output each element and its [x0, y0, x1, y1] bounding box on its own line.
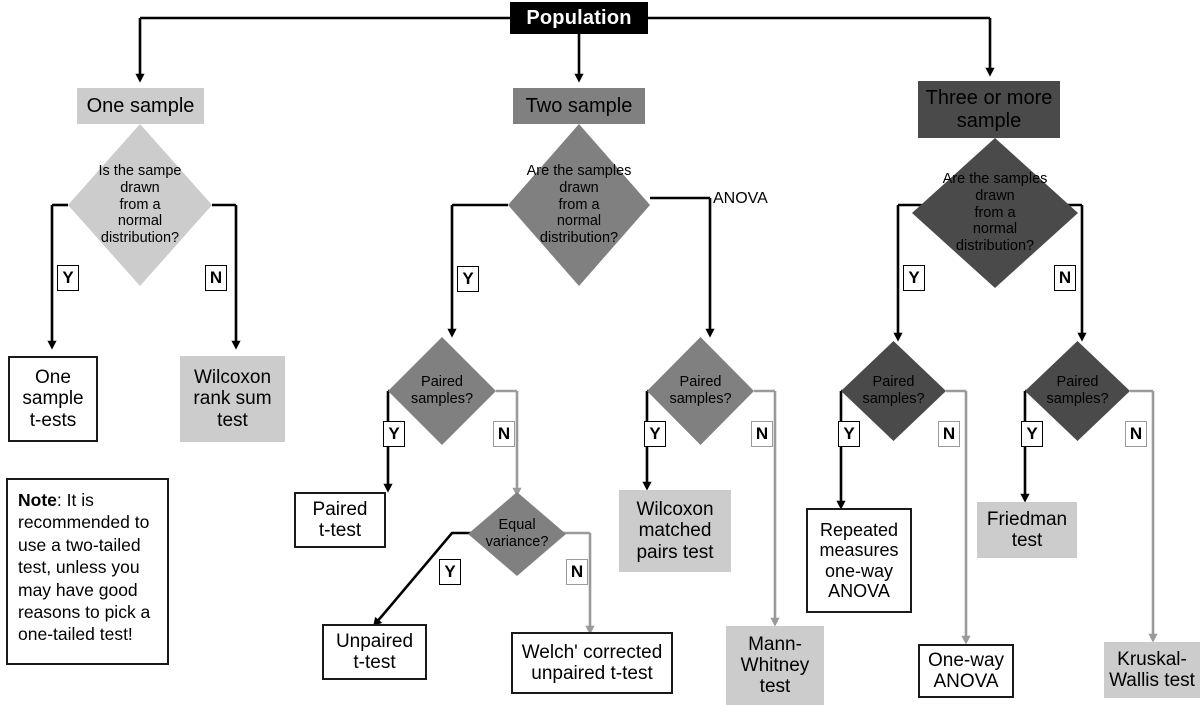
outcome-paired-t-test-label: Paired t-test	[312, 498, 368, 541]
node-population[interactable]: Population	[510, 2, 648, 34]
edge-label-two-sample-normal-paired-no: N	[493, 421, 515, 447]
outcome-one-sample-t-test-label: One sample t-ests	[22, 367, 84, 431]
chip-text: Y	[843, 424, 855, 443]
edge-label-one-sample-yes: Y	[57, 265, 79, 291]
decision-two-sample-normality[interactable]: Are the samples drawn from a normal dist…	[508, 124, 650, 286]
node-one-sample-label: One sample	[86, 94, 195, 117]
decision-two-sample-normal-paired-label: Paired samples?	[410, 374, 474, 407]
outcome-wilcoxon-matched-pairs-label: Wilcoxon matched pairs test	[636, 499, 714, 563]
chip-text: N	[570, 562, 584, 581]
chip-text: N	[942, 424, 956, 443]
annotation-anova: ANOVA	[713, 190, 768, 208]
chip-text: Y	[1026, 424, 1038, 443]
edge-label-two-sample-yes: Y	[457, 266, 479, 292]
node-three-or-more-sample[interactable]: Three or more sample	[918, 81, 1060, 138]
outcome-mann-whitney[interactable]: Mann- Whitney test	[726, 626, 824, 705]
chip-text: N	[755, 424, 769, 443]
edge-label-two-sample-nonnormal-paired-yes: Y	[644, 421, 666, 447]
outcome-wilcoxon-matched-pairs[interactable]: Wilcoxon matched pairs test	[619, 490, 731, 572]
outcome-wilcoxon-rank-sum[interactable]: Wilcoxon rank sum test	[180, 356, 285, 442]
outcome-paired-t-test[interactable]: Paired t-test	[294, 492, 386, 548]
outcome-repeated-measures-one-way-anova[interactable]: Repeated measures one-way ANOVA	[806, 508, 912, 613]
chip-text: N	[1058, 268, 1072, 287]
decision-equal-variance-label: Equal variance?	[485, 517, 549, 550]
chip-text: Y	[908, 268, 920, 287]
edge-label-equal-variance-no: N	[566, 559, 588, 585]
decision-two-sample-normality-label: Are the samples drawn from a normal dist…	[526, 162, 632, 247]
outcome-repeated-measures-one-way-anova-label: Repeated measures one-way ANOVA	[819, 520, 899, 601]
decision-one-sample-normality[interactable]: Is the sampe drawn from a normal distrib…	[68, 124, 212, 286]
chip-text: Y	[62, 268, 74, 287]
edge-label-two-sample-nonnormal-paired-no: N	[751, 421, 773, 447]
edge-label-three-or-more-normal-paired-yes: Y	[838, 421, 860, 447]
edge-label-three-or-more-normal-paired-no: N	[938, 421, 960, 447]
outcome-welch-corrected-unpaired-t-test-label: Welch' corrected unpaired t-test	[521, 641, 663, 684]
annotation-anova-text: ANOVA	[713, 190, 768, 207]
outcome-wilcoxon-rank-sum-label: Wilcoxon rank sum test	[193, 367, 272, 431]
node-two-sample-label: Two sample	[525, 94, 633, 117]
outcome-one-way-anova[interactable]: One-way ANOVA	[918, 644, 1014, 698]
decision-two-sample-nonnormal-paired-label: Paired samples?	[669, 374, 732, 407]
edge-label-three-or-more-nonnormal-paired-no: N	[1125, 421, 1147, 447]
flowchart-canvas: Population One sample Is the sampe drawn…	[0, 0, 1200, 705]
decision-three-or-more-nonnormal-paired-label: Paired samples?	[1046, 374, 1109, 407]
edge-label-equal-variance-yes: Y	[439, 559, 461, 585]
edge-label-two-sample-normal-paired-yes: Y	[383, 421, 405, 447]
node-two-sample[interactable]: Two sample	[513, 88, 645, 124]
decision-equal-variance[interactable]: Equal variance?	[468, 492, 566, 576]
outcome-friedman-test[interactable]: Friedman test	[977, 502, 1077, 558]
edge-label-three-or-more-yes: Y	[903, 265, 925, 291]
outcome-mann-whitney-label: Mann- Whitney test	[740, 633, 810, 698]
decision-three-or-more-normal-paired-label: Paired samples?	[862, 374, 925, 407]
chip-text: Y	[649, 424, 661, 443]
chip-text: Y	[462, 269, 474, 288]
decision-one-sample-normality-label: Is the sampe drawn from a normal distrib…	[98, 162, 182, 247]
outcome-kruskal-wallis-test[interactable]: Kruskal- Wallis test	[1104, 642, 1200, 698]
decision-three-or-more-normality-label: Are the samples drawn from a normal dist…	[942, 170, 1048, 255]
edge-label-three-or-more-nonnormal-paired-yes: Y	[1021, 421, 1043, 447]
outcome-friedman-test-label: Friedman test	[986, 508, 1068, 551]
outcome-one-sample-t-test[interactable]: One sample t-ests	[8, 356, 98, 442]
note-lead: Note	[18, 490, 57, 510]
node-one-sample[interactable]: One sample	[77, 88, 204, 124]
chip-text: N	[1129, 424, 1143, 443]
node-three-or-more-sample-label: Three or more sample	[925, 87, 1053, 132]
note-body: It is recommended to use a two-tailed te…	[18, 490, 151, 645]
node-population-label: Population	[526, 6, 632, 29]
edge-label-one-sample-no: N	[205, 265, 227, 291]
outcome-unpaired-t-test[interactable]: Unpaired t-test	[322, 624, 427, 680]
edge-label-three-or-more-no: N	[1054, 265, 1076, 291]
outcome-welch-corrected-unpaired-t-test[interactable]: Welch' corrected unpaired t-test	[511, 632, 673, 694]
outcome-unpaired-t-test-label: Unpaired t-test	[335, 630, 414, 673]
note-box: Note: It is recommended to use a two-tai…	[6, 478, 169, 665]
chip-text: N	[209, 268, 223, 287]
chip-text: Y	[388, 424, 400, 443]
outcome-kruskal-wallis-test-label: Kruskal- Wallis test	[1109, 648, 1195, 691]
outcome-one-way-anova-label: One-way ANOVA	[927, 649, 1005, 692]
chip-text: Y	[444, 562, 456, 581]
note-separator: :	[56, 490, 67, 510]
chip-text: N	[497, 424, 511, 443]
